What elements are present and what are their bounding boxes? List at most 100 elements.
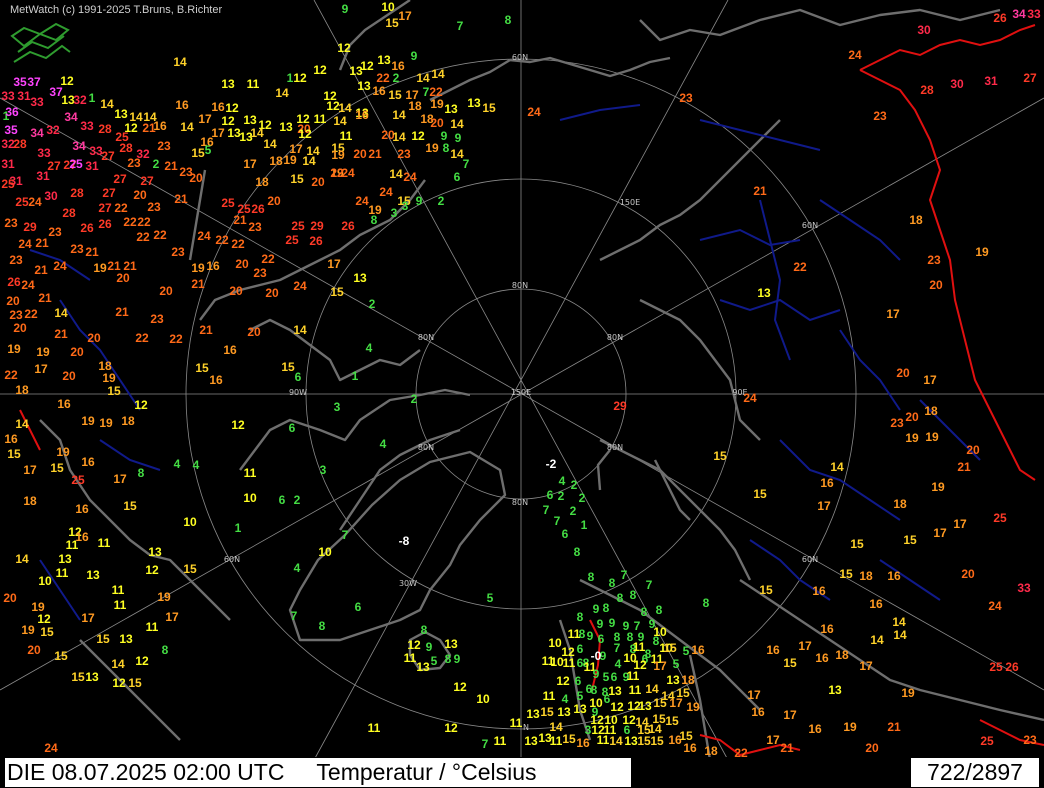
temperature-value: 23 [397,147,411,161]
temperature-value: 15 [54,649,68,663]
temperature-value: 19 [331,148,345,162]
temperature-value: 19 [81,414,95,428]
temperature-value: 4 [559,474,566,488]
temperature-value: 2 [579,491,586,505]
temperature-value: 16 [209,373,223,387]
temperature-value: 18 [408,99,422,113]
parameter-label: Temperatur / °Celsius [316,759,537,785]
temperature-value: 14 [54,306,68,320]
temperature-value: 2 [570,504,577,518]
temperature-value: 13 [114,107,128,121]
temperature-value: 2 [571,478,578,492]
temperature-value: 20 [265,286,279,300]
temperature-value: 7 [554,514,561,528]
temperature-value: 24 [988,599,1002,613]
temperature-value: 9 [609,616,616,630]
temperature-value: 12 [225,101,239,115]
temperature-value: 11 [563,656,576,670]
temperature-value: 3 [334,400,341,414]
temperature-value: 20 [896,366,910,380]
temperature-value: 8 [371,213,378,227]
temperature-value: 20 [247,325,261,339]
temperature-value: 8 [641,605,648,619]
temperature-value: 26 [251,202,265,216]
temperature-value: 30 [917,23,931,37]
temperature-value: 17 [653,659,667,673]
temperature-value: 17 [783,708,797,722]
temperature-value: 20 [311,175,325,189]
temperature-value: 20 [966,443,980,457]
temperature-value: 17 [859,659,873,673]
temperature-value: 21 [85,245,99,259]
temperature-value: 13 [467,96,481,110]
temperature-value: 11 [314,112,327,126]
temperature-value: 12 [444,721,458,735]
metwatch-logo-icon [10,22,71,63]
temperature-value: 18 [23,494,37,508]
temperature-value: 10 [476,692,490,706]
temperature-value: 22 [261,252,275,266]
temperature-value: 24 [527,105,541,119]
temperature-value: 11 [494,734,507,748]
temperature-value: 34 [30,126,44,140]
temperature-value: 21 [199,323,213,337]
temperature-value: 13 [666,673,680,687]
temperature-value: 13 [828,683,842,697]
temperature-value: 7 [463,157,470,171]
temperature-value: 12 [313,63,327,77]
temperature-value: 2 [294,493,301,507]
temperature-value: 15 [713,449,727,463]
temperature-value: 11 [247,77,260,91]
temperature-value: 35 [13,75,27,89]
temperature-value: 15 [663,641,677,655]
temperature-value: 23 [147,200,161,214]
temperature-value: 18 [255,175,269,189]
temperature-value: 8 [577,610,584,624]
temperature-value: 22 [215,233,229,247]
temperature-value: 14 [431,67,445,81]
temperature-value: 13 [526,707,540,721]
temperature-value: 10 [38,574,52,588]
temperature-value: 33 [1017,581,1031,595]
temperature-value: 16 [175,98,189,112]
temperature-value: 13 [85,670,99,684]
grid-label: 80N [607,443,623,452]
temperature-value: 15 [650,734,664,748]
temperature-value: 23 [171,245,185,259]
temperature-value: 22 [135,331,149,345]
temperature-value: 13 [608,684,622,698]
temperature-value: 3 [402,199,409,213]
temperature-value: 13 [357,79,371,93]
temperature-value: 23 [9,308,23,322]
temperature-value: 11 [146,620,159,634]
temperature-value: 25 [69,157,83,171]
temperature-value: 13 [524,734,538,748]
temperature-value: 11 [627,669,640,683]
temperature-value: 13 [119,632,133,646]
temperature-value: 14 [392,130,406,144]
temperature-value: 21 [35,236,49,250]
temperature-value: 6 [355,600,362,614]
temperature-value: 15 [903,533,917,547]
temperature-value: 12 [337,41,351,55]
temperature-value: 25 [15,195,29,209]
temperature-value: 30 [44,189,58,203]
temperature-value: 8 [162,643,169,657]
temperature-value: 5 [487,591,494,605]
temperature-value: 21 [164,159,178,173]
grid-label: 80N [418,333,434,342]
temperature-value: 12 [112,676,126,690]
temperature-value: 7 [291,609,298,623]
temperature-value: 19 [430,97,444,111]
temperature-value: 14 [173,55,187,69]
temperature-value: 16 [81,455,95,469]
footer-bar: DIE 08.07.2025 02:00 UTC Temperatur / °C… [0,757,1044,788]
grid-label: 150E [511,388,531,397]
temperature-value: 17 [923,373,937,387]
temperature-value: 18 [681,673,695,687]
temperature-value: 9 [593,667,600,681]
temperature-value: 19 [425,141,439,155]
temperature-value: 23 [150,312,164,326]
temperature-value: 13 [638,699,652,713]
temperature-value: 26 [341,219,355,233]
